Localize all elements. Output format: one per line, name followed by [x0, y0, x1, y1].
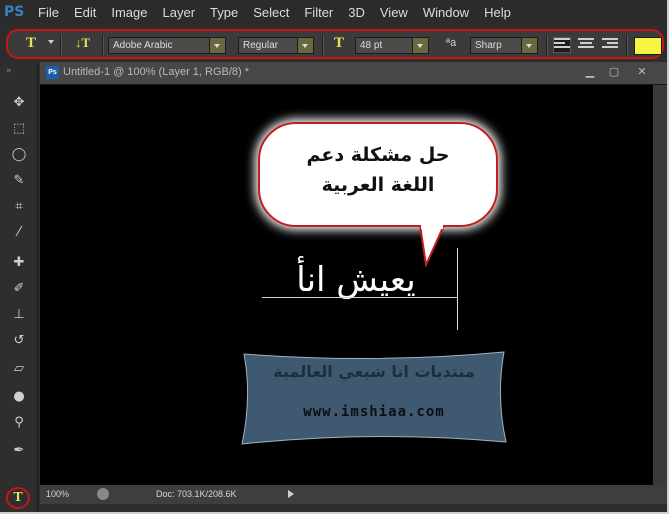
menu-layer[interactable]: Layer — [163, 5, 196, 20]
menu-select[interactable]: Select — [253, 5, 289, 20]
photoshop-window: PS File Edit Image Layer Type Select Fil… — [0, 0, 669, 514]
document-icon: Ps — [46, 66, 59, 79]
font-style-select[interactable]: Regular — [238, 37, 314, 54]
menu-file[interactable]: File — [38, 5, 59, 20]
move-icon[interactable]: ✥ — [10, 94, 28, 112]
antialias-value: Sharp — [475, 40, 502, 51]
vertical-scrollbar[interactable] — [653, 85, 667, 485]
blur-icon[interactable]: ● — [10, 388, 28, 406]
status-icon[interactable] — [97, 488, 109, 500]
align-center-button[interactable] — [578, 38, 594, 52]
font-size-icon: T — [334, 35, 345, 51]
type-tool-icon[interactable]: T — [6, 487, 30, 509]
history-brush-icon[interactable]: ↺ — [10, 332, 28, 350]
menu-view[interactable]: View — [380, 5, 408, 20]
bubble-line-1: حل مشكلة دعم — [306, 144, 450, 166]
brush-icon[interactable]: ✐ — [10, 280, 28, 298]
stamp-icon[interactable]: ⊥ — [10, 306, 28, 324]
font-size-value: 48 pt — [360, 40, 383, 51]
lasso-icon[interactable]: ◯ — [10, 146, 28, 164]
menu-type[interactable]: Type — [210, 5, 238, 20]
bubble-text: حل مشكلة دعم اللغة العربية — [260, 140, 496, 200]
divider — [60, 35, 62, 55]
close-icon[interactable]: ✕ — [632, 65, 652, 79]
antialias-select[interactable]: Sharp — [470, 37, 538, 54]
grip-icon[interactable]: » — [6, 66, 12, 76]
text-orientation-icon[interactable]: ↓T — [75, 35, 90, 51]
typed-text-layer[interactable]: يعيش انأ — [250, 260, 462, 300]
type-tool-preset-icon[interactable]: T — [26, 35, 36, 52]
minimize-icon[interactable]: ▁ — [580, 65, 600, 79]
app-logo: PS — [4, 4, 25, 20]
type-options-bar: T ↓T Adobe Arabic Regular T 48 pt ªa Sha… — [6, 29, 664, 59]
bubble-line-2: اللغة العربية — [321, 174, 435, 196]
document-tab[interactable]: Ps Untitled-1 @ 100% (Layer 1, RGB/8) * … — [40, 62, 667, 85]
menu-bar: PS File Edit Image Layer Type Select Fil… — [0, 0, 667, 26]
crop-icon[interactable]: ⌗ — [10, 198, 28, 216]
chevron-down-icon[interactable] — [297, 38, 313, 53]
speech-bubble: حل مشكلة دعم اللغة العربية — [258, 122, 498, 227]
healing-icon[interactable]: ✚ — [10, 254, 28, 272]
text-cursor — [457, 248, 458, 330]
chevron-right-icon[interactable] — [288, 490, 294, 498]
font-style-value: Regular — [243, 40, 279, 51]
menu-image[interactable]: Image — [111, 5, 147, 20]
align-right-button[interactable] — [602, 38, 618, 52]
divider — [322, 35, 324, 55]
menu-3d[interactable]: 3D — [348, 5, 365, 20]
status-bar: 100% Doc: 703.1K/208.6K — [40, 485, 667, 504]
document-size: Doc: 703.1K/208.6K — [156, 489, 237, 499]
menu-window[interactable]: Window — [423, 5, 469, 20]
font-family-select[interactable]: Adobe Arabic — [108, 37, 226, 54]
chevron-down-icon[interactable] — [412, 38, 428, 53]
align-left-button[interactable] — [553, 37, 571, 53]
font-size-select[interactable]: 48 pt — [355, 37, 429, 54]
eyedropper-icon[interactable]: ⁄ — [10, 224, 28, 242]
divider — [102, 35, 104, 55]
quick-select-icon[interactable]: ✎ — [10, 172, 28, 190]
divider — [626, 35, 628, 55]
divider — [546, 35, 548, 55]
document-title: Untitled-1 @ 100% (Layer 1, RGB/8) * — [63, 66, 250, 78]
dodge-icon[interactable]: ⚲ — [10, 414, 28, 432]
menu-items: File Edit Image Layer Type Select Filter… — [38, 5, 526, 20]
marquee-icon[interactable]: ⬚ — [10, 120, 28, 138]
pen-icon[interactable]: ✒ — [10, 442, 28, 460]
banner-arabic-text: منتديات انا شيعي العالمية — [273, 362, 475, 381]
antialias-icon: ªa — [446, 37, 457, 49]
chevron-down-icon[interactable] — [209, 38, 225, 53]
text-baseline — [262, 297, 458, 298]
menu-filter[interactable]: Filter — [304, 5, 333, 20]
maximize-icon[interactable]: ▢ — [604, 65, 624, 79]
text-color-swatch[interactable] — [634, 37, 662, 55]
zoom-level[interactable]: 100% — [46, 489, 69, 499]
menu-help[interactable]: Help — [484, 5, 511, 20]
eraser-icon[interactable]: ▱ — [10, 360, 28, 378]
chevron-updown-icon[interactable] — [521, 38, 537, 53]
chevron-down-icon[interactable] — [48, 40, 54, 44]
banner-url-text: www.imshiaa.com — [303, 404, 445, 420]
toolbox: » ✥ ⬚ ◯ ✎ ⌗ ⁄ ✚ ✐ ⊥ ↺ ▱ ● ⚲ ✒ T — [0, 62, 38, 512]
menu-edit[interactable]: Edit — [74, 5, 96, 20]
font-family-value: Adobe Arabic — [113, 40, 173, 51]
